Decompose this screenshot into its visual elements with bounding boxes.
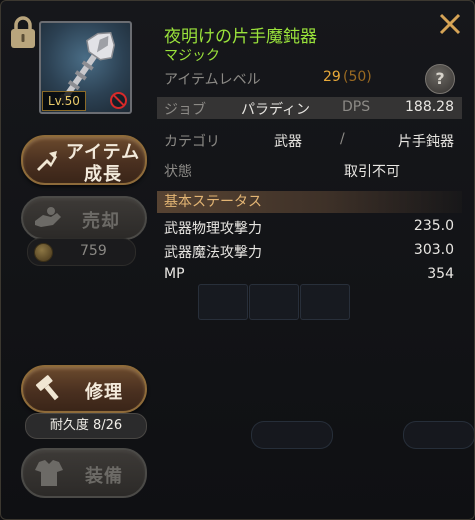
durability-value: 耐久度 8/26 [25,413,147,439]
stat-row: MP 354 [157,264,462,286]
help-icon[interactable]: ? [425,64,455,94]
stat-label: MP [164,266,185,282]
job-label: ジョブ [164,102,206,118]
stat-row: 武器物理攻撃力 235.0 [157,216,462,238]
state-label: 状態 [164,164,192,180]
item-growth-button[interactable]: アイテム 成長 [21,135,147,185]
state-value: 取引不可 [344,164,400,180]
category-value: 武器 [274,134,302,150]
stat-row: 武器魔法攻撃力 303.0 [157,240,462,262]
item-icon-frame[interactable]: Lv.50 [39,21,132,114]
sell-label: 売却 [82,211,120,232]
job-row: ジョブ パラディン DPS 188.28 [157,97,462,119]
close-icon[interactable] [437,11,463,37]
coin-icon [34,243,53,262]
category-row: カテゴリ 武器 / 片手鈍器 [157,129,462,151]
sell-price-value: 759 [80,243,107,259]
stat-value: 235.0 [413,218,454,234]
basic-stats-header: 基本ステータス [157,191,462,213]
dps-label: DPS [342,99,371,115]
stat-value: 354 [427,266,454,282]
sell-icon [35,207,61,227]
item-tooltip-panel: Lv.50 アイテム 成長 売却 759 修理 耐久度 8/26 装備 夜明けの… [0,0,475,520]
equip-label: 装備 [85,466,123,487]
stat-label: 武器物理攻撃力 [164,221,262,237]
category-separator: / [340,131,345,147]
no-trade-icon [110,92,127,109]
ghost-slot [198,284,248,320]
equip-button[interactable]: 装備 [21,448,147,498]
hammer-icon [35,375,59,401]
dps-value: 188.28 [405,99,454,115]
equip-icon [35,460,63,486]
item-name: 夜明けの片手魔鈍器 [164,27,317,47]
item-level-row: アイテムレベル 29 (50) [157,67,462,89]
ghost-button [251,421,333,449]
item-growth-label-2: 成長 [84,164,122,185]
category-sub: 片手鈍器 [398,134,454,150]
state-row: 状態 取引不可 [157,159,462,181]
sell-button[interactable]: 売却 [21,196,147,240]
item-level-label: アイテムレベル [164,72,261,88]
ghost-slot [300,284,350,320]
ghost-button [403,421,474,449]
item-level-value: 29 [323,69,341,85]
item-level-tag: Lv.50 [42,91,86,111]
job-value: パラディン [241,102,311,118]
lock-icon[interactable] [9,15,37,49]
category-label: カテゴリ [164,134,220,150]
item-grade: マジック [164,48,220,64]
repair-button[interactable]: 修理 [21,365,147,413]
ghost-slot [249,284,299,320]
sell-price: 759 [27,238,136,266]
stat-value: 303.0 [413,242,454,258]
repair-label: 修理 [85,382,123,403]
stat-label: 武器魔法攻撃力 [164,245,262,261]
item-level-max: (50) [343,69,372,85]
level-up-icon [37,151,57,171]
